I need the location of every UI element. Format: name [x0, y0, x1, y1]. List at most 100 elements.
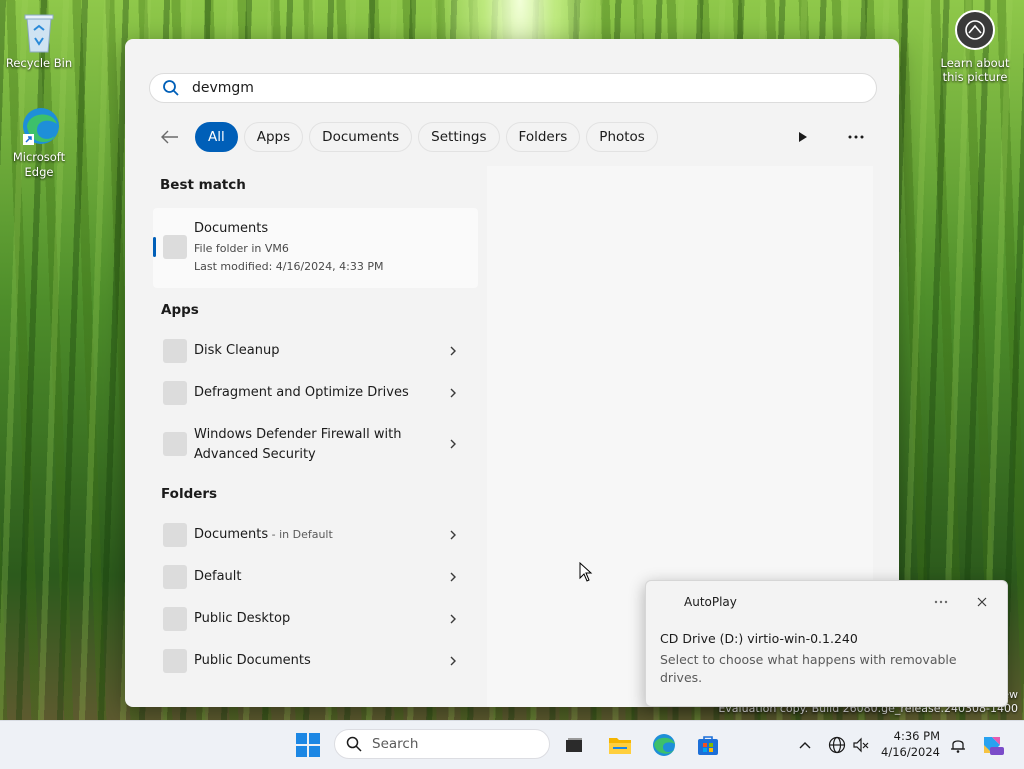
- network-button[interactable]: [825, 733, 849, 757]
- recycle-bin-desktop-icon[interactable]: Recycle Bin: [5, 10, 73, 71]
- taskbar-search-label: Search: [372, 736, 419, 752]
- filter-apps[interactable]: Apps: [243, 122, 304, 152]
- mouse-cursor-icon: [579, 562, 593, 582]
- app-item-defragment[interactable]: Defragment and Optimize Drives: [153, 373, 478, 413]
- back-arrow-icon: [161, 130, 178, 144]
- filter-folders[interactable]: Folders: [505, 122, 581, 152]
- toast-more-button[interactable]: [932, 594, 950, 610]
- apps-heading: Apps: [161, 302, 199, 318]
- learn-about-picture[interactable]: Learn about this picture: [938, 10, 1012, 84]
- copilot-icon: [984, 737, 1004, 755]
- chevron-right-icon: [450, 656, 456, 666]
- volume-button[interactable]: [849, 733, 873, 757]
- folder-icon: [163, 649, 187, 673]
- app-icon: [163, 381, 187, 405]
- selection-indicator: [153, 237, 156, 257]
- store-icon: [698, 736, 718, 755]
- folder-item-documents[interactable]: Documents - in Default: [153, 515, 478, 555]
- folder-label-wrap: Documents - in Default: [194, 525, 333, 545]
- search-icon: [163, 80, 179, 96]
- filter-all[interactable]: All: [195, 122, 238, 152]
- clock[interactable]: 4:36 PM 4/16/2024: [878, 728, 940, 760]
- edge-label-line2: Edge: [24, 165, 54, 179]
- folder-icon: [163, 235, 187, 259]
- task-view-button[interactable]: [562, 733, 586, 757]
- app-item-firewall[interactable]: Windows Defender Firewall with Advanced …: [153, 415, 478, 471]
- task-view-icon: [566, 738, 582, 752]
- windows-logo-icon: [296, 733, 320, 757]
- app-label-line2: Advanced Security: [194, 447, 316, 462]
- folders-heading: Folders: [161, 486, 218, 502]
- folder-item-default[interactable]: Default: [153, 557, 478, 597]
- recycle-bin-label: Recycle Bin: [5, 56, 73, 70]
- filter-documents[interactable]: Documents: [309, 122, 413, 152]
- start-button[interactable]: [296, 733, 320, 757]
- edge-desktop-icon[interactable]: Microsoft Edge: [5, 104, 73, 180]
- edge-taskbar-button[interactable]: [652, 733, 676, 757]
- file-explorer-button[interactable]: [608, 733, 632, 757]
- filter-settings[interactable]: Settings: [418, 122, 500, 152]
- more-filters-button[interactable]: [793, 127, 813, 147]
- chevron-up-icon: [799, 742, 811, 749]
- chevron-right-icon: [450, 614, 456, 624]
- more-options-button[interactable]: [843, 127, 869, 147]
- learn-line1: Learn about: [940, 56, 1010, 70]
- best-match-heading: Best match: [160, 177, 246, 193]
- taskbar: Search 4:36 PM 4/16/2024: [0, 720, 1024, 769]
- folder-label: Public Desktop: [194, 611, 291, 626]
- search-input[interactable]: [192, 80, 852, 96]
- toast-app-name: AutoPlay: [684, 595, 737, 609]
- best-match-subtitle: File folder in VM6: [194, 242, 289, 255]
- best-match-title: Documents: [194, 221, 269, 236]
- learn-line2: this picture: [942, 70, 1008, 84]
- toast-close-button[interactable]: [974, 594, 990, 610]
- folder-label: Public Documents: [194, 653, 311, 668]
- speaker-muted-icon: [853, 737, 869, 753]
- chevron-right-icon: [450, 530, 456, 540]
- folder-icon: [163, 607, 187, 631]
- camera-icon: [955, 10, 995, 50]
- copilot-button[interactable]: [980, 733, 1004, 757]
- edge-icon: [19, 104, 59, 148]
- app-label: Defragment and Optimize Drives: [194, 385, 409, 400]
- taskbar-search[interactable]: Search: [334, 729, 550, 759]
- close-icon: [977, 597, 987, 607]
- app-label: Disk Cleanup: [194, 343, 280, 358]
- clock-date: 4/16/2024: [881, 745, 940, 759]
- filter-bar: All Apps Documents Settings Folders Phot…: [159, 121, 664, 153]
- chevron-right-icon: [450, 572, 456, 582]
- store-button[interactable]: [696, 733, 720, 757]
- folder-item-public-desktop[interactable]: Public Desktop: [153, 599, 478, 639]
- app-item-disk-cleanup[interactable]: Disk Cleanup: [153, 331, 478, 371]
- chevron-right-icon: [450, 439, 456, 449]
- best-match-item[interactable]: Documents File folder in VM6 Last modifi…: [153, 208, 478, 288]
- edge-label-line1: Microsoft: [12, 150, 66, 164]
- folder-icon: [163, 565, 187, 589]
- edge-icon: [653, 734, 675, 756]
- best-match-modified: Last modified: 4/16/2024, 4:33 PM: [194, 260, 384, 273]
- autoplay-notification[interactable]: AutoPlay CD Drive (D:) virtio-win-0.1.24…: [645, 580, 1008, 707]
- toast-body: Select to choose what happens with remov…: [660, 652, 957, 685]
- globe-icon: [828, 736, 846, 754]
- filter-photos[interactable]: Photos: [586, 122, 658, 152]
- search-box[interactable]: [149, 73, 877, 103]
- toast-title: CD Drive (D:) virtio-win-0.1.240: [660, 631, 858, 646]
- folder-label: Documents: [194, 527, 269, 542]
- play-icon: [799, 132, 807, 142]
- folder-item-public-documents[interactable]: Public Documents: [153, 641, 478, 681]
- search-icon: [346, 736, 362, 752]
- back-button[interactable]: [159, 126, 181, 148]
- folder-location: - in Default: [268, 528, 333, 541]
- app-icon: [163, 432, 187, 456]
- notifications-button[interactable]: [946, 733, 970, 757]
- app-icon: [163, 339, 187, 363]
- bell-icon: [951, 740, 965, 753]
- app-label-line1: Windows Defender Firewall with: [194, 427, 402, 442]
- folder-label: Default: [194, 569, 242, 584]
- clock-time: 4:36 PM: [893, 729, 940, 743]
- show-hidden-icons-button[interactable]: [793, 733, 817, 757]
- recycle-bin-icon: [19, 10, 59, 54]
- ellipsis-icon: [934, 600, 948, 604]
- ellipsis-icon: [848, 135, 864, 139]
- chevron-right-icon: [450, 346, 456, 356]
